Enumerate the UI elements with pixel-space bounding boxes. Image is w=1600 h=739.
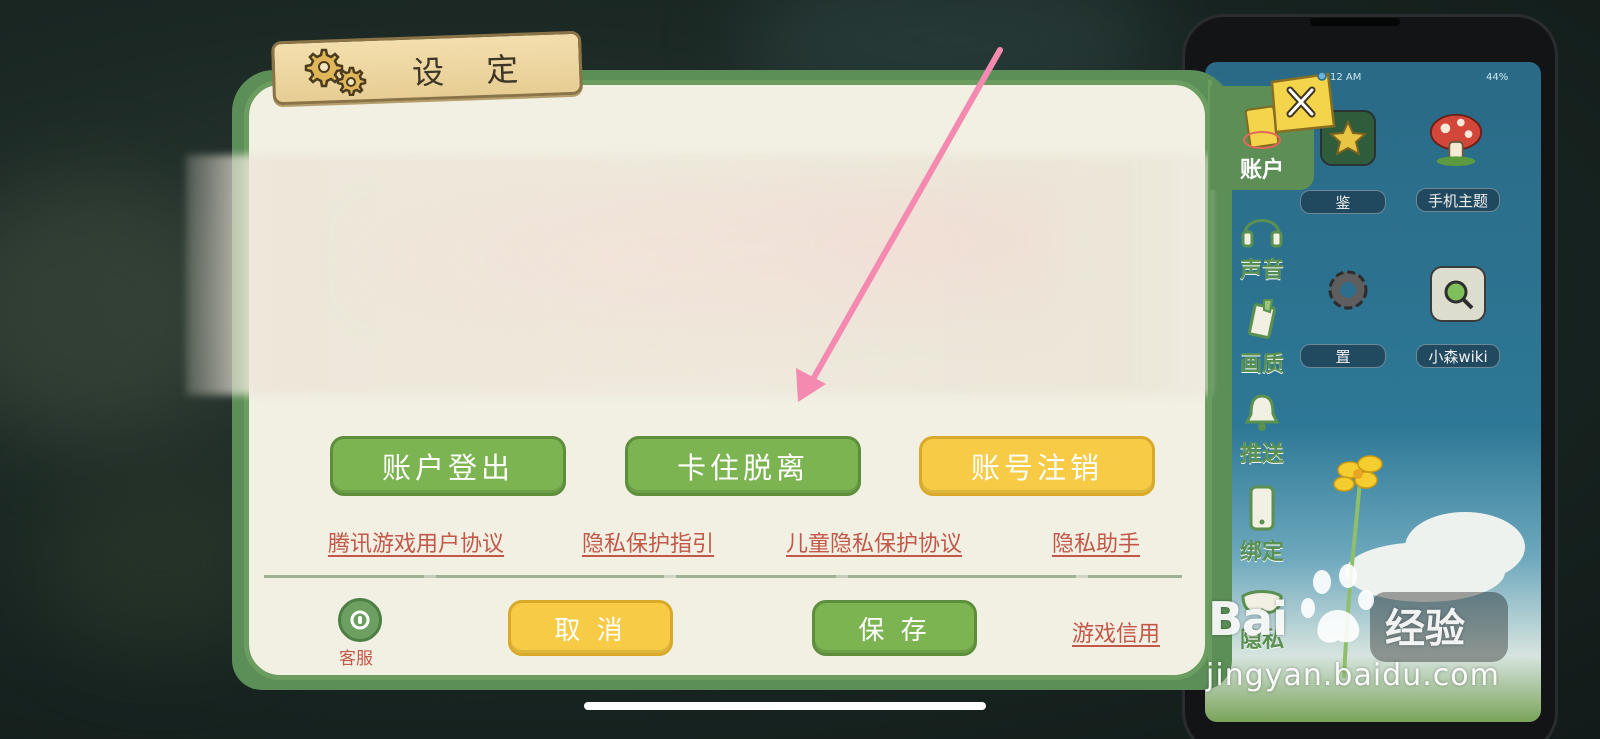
watermark-suffix: 经验: [1385, 606, 1465, 652]
game-credit-link[interactable]: 游戏信用: [1072, 616, 1160, 648]
tab-label: 账户: [1239, 158, 1284, 183]
bell-icon: [1244, 394, 1280, 431]
mushroom-icon: [1429, 113, 1483, 166]
watermark-brand: Bai: [1208, 592, 1288, 646]
status-battery: 44%: [1486, 72, 1509, 83]
unstuck-button[interactable]: 卡住脱离: [625, 436, 861, 496]
dialog-title: 设 定: [411, 49, 535, 93]
brush-icon: [1247, 299, 1277, 339]
cancel-button[interactable]: 取 消: [508, 600, 673, 656]
watermark-url: jingyan.baidu.com: [1206, 658, 1500, 693]
app-wiki[interactable]: [1430, 266, 1486, 322]
app-mushroom[interactable]: [1428, 110, 1484, 166]
tab-push[interactable]: 推送: [1214, 390, 1310, 468]
tab-bind[interactable]: 绑定: [1214, 484, 1310, 566]
tencent-user-agreement-link[interactable]: 腾讯游戏用户协议: [328, 526, 504, 558]
app-label: 小森wiki: [1416, 344, 1500, 368]
customer-service-label: 客服: [339, 649, 373, 669]
app-label: 鉴: [1300, 190, 1386, 214]
phone-notch: [1310, 18, 1400, 26]
save-button[interactable]: 保 存: [812, 600, 977, 656]
divider: [264, 575, 1182, 578]
phone-icon: [1249, 485, 1275, 531]
close-button[interactable]: [1266, 72, 1338, 136]
gear-icon: [1328, 270, 1368, 310]
settings-gear-icon: [304, 48, 367, 96]
account-logout-button[interactable]: 账户登出: [330, 436, 566, 496]
tab-label: 声音: [1239, 258, 1284, 283]
app-label: 置: [1300, 344, 1386, 368]
privacy-guide-link[interactable]: 隐私保护指引: [582, 526, 714, 558]
privacy-assistant-link[interactable]: 隐私助手: [1052, 526, 1140, 558]
tab-graphics[interactable]: 画质: [1214, 296, 1310, 378]
tab-label: 画质: [1239, 352, 1284, 377]
headset-icon: [350, 610, 370, 630]
magnifier-icon: [1444, 280, 1474, 310]
blurred-content-detail: [340, 180, 1060, 380]
paw-icon: [1301, 564, 1374, 643]
tab-label: 绑定: [1239, 540, 1284, 565]
tab-label: 推送: [1239, 442, 1284, 467]
home-indicator[interactable]: [584, 702, 986, 710]
cloud: [1405, 512, 1525, 582]
headphones-icon: [1241, 219, 1283, 248]
child-privacy-agreement-link[interactable]: 儿童隐私保护协议: [786, 526, 962, 558]
customer-service-icon[interactable]: [338, 598, 382, 642]
app-settings[interactable]: [1320, 262, 1376, 318]
tab-sound[interactable]: 声音: [1214, 204, 1310, 284]
account-deregister-button[interactable]: 账号注销: [919, 436, 1155, 496]
app-label: 手机主题: [1416, 188, 1500, 212]
